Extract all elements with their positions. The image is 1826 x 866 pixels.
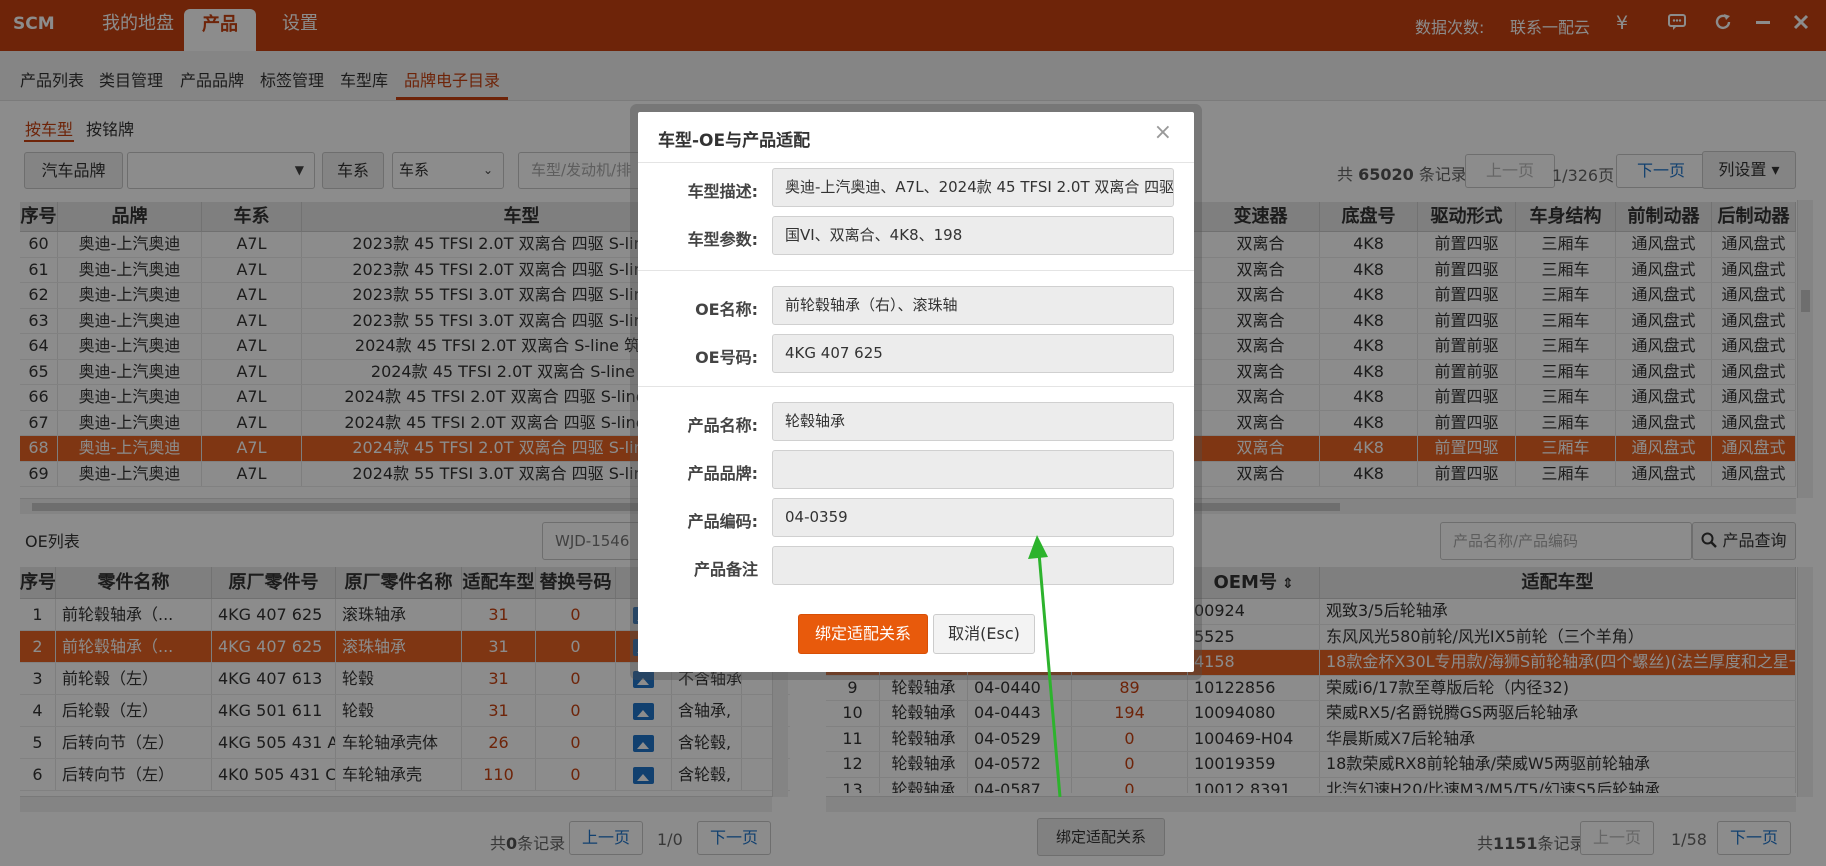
label-vehicle-params: 车型参数: [687, 230, 758, 249]
modal-divider [638, 162, 1194, 163]
product-brand-field[interactable] [772, 450, 1174, 489]
product-note-field[interactable] [772, 546, 1174, 585]
modal-divider [638, 270, 1194, 271]
product-name-field[interactable]: 轮毂轴承 [772, 402, 1174, 441]
label-product-code: 产品编码: [687, 512, 758, 531]
fit-modal: 车型-OE与产品适配 × 车型描述: 奥迪-上汽奥迪、A7L、2024款 45 … [638, 112, 1194, 672]
vehicle-desc-field[interactable]: 奥迪-上汽奥迪、A7L、2024款 45 TFSI 2.0T 双离合 四驱 [772, 168, 1174, 207]
bind-fit-button[interactable]: 绑定适配关系 [798, 614, 928, 654]
vehicle-params-field[interactable]: 国VI、双离合、4K8、198 [772, 216, 1174, 255]
modal-title: 车型-OE与产品适配 [658, 131, 811, 151]
label-product-name: 产品名称: [687, 416, 758, 435]
label-product-note: 产品备注 [693, 560, 758, 579]
label-oe-name: OE名称: [695, 300, 758, 319]
modal-divider [638, 386, 1194, 387]
product-code-field[interactable]: 04-0359 [772, 498, 1174, 537]
annotation-arrow-icon [1028, 535, 1062, 798]
label-product-brand: 产品品牌: [687, 464, 758, 483]
label-oe-number: OE号码: [695, 348, 758, 367]
modal-close-icon[interactable]: × [1154, 120, 1172, 145]
label-vehicle-desc: 车型描述: [687, 182, 758, 201]
oe-number-field[interactable]: 4KG 407 625 [772, 334, 1174, 373]
oe-name-field[interactable]: 前轮毂轴承（右）、滚珠轴 [772, 286, 1174, 325]
